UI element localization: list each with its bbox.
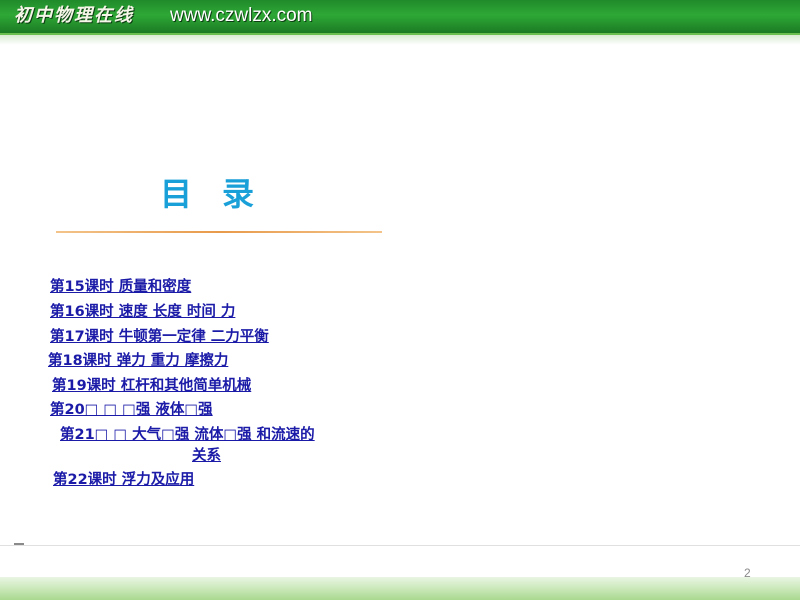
toc-link-lesson-19[interactable]: 第19课时 杠杆和其他简单机械 bbox=[52, 375, 251, 397]
title-divider bbox=[56, 231, 382, 233]
toc-link-lesson-21-cont[interactable]: 关系 bbox=[192, 445, 221, 467]
toc-link-lesson-18[interactable]: 第18课时 弹力 重力 摩擦力 bbox=[48, 350, 228, 372]
toc-link-lesson-17[interactable]: 第17课时 牛顿第一定律 二力平衡 bbox=[50, 326, 269, 348]
toc-link-lesson-15[interactable]: 第15课时 质量和密度 bbox=[50, 276, 191, 298]
banner-shadow bbox=[0, 35, 800, 45]
toc-link-lesson-16[interactable]: 第16课时 速度 长度 时间 力 bbox=[50, 301, 235, 323]
footer-divider bbox=[0, 545, 800, 546]
toc-link-lesson-21[interactable]: 第21□ □ 大气□强 流体□强 和流速的 bbox=[60, 424, 315, 446]
page-title: 目录 bbox=[160, 175, 285, 213]
header-banner: 初中物理在线 www.czwlzx.com bbox=[0, 0, 800, 35]
toc-link-lesson-22[interactable]: 第22课时 浮力及应用 bbox=[53, 469, 194, 491]
toc-link-lesson-20[interactable]: 第20□ □ □强 液体□强 bbox=[50, 399, 213, 421]
brand-logo-text: 初中物理在线 bbox=[14, 5, 134, 26]
footer-strip bbox=[0, 577, 800, 600]
brand-url[interactable]: www.czwlzx.com bbox=[170, 4, 313, 28]
